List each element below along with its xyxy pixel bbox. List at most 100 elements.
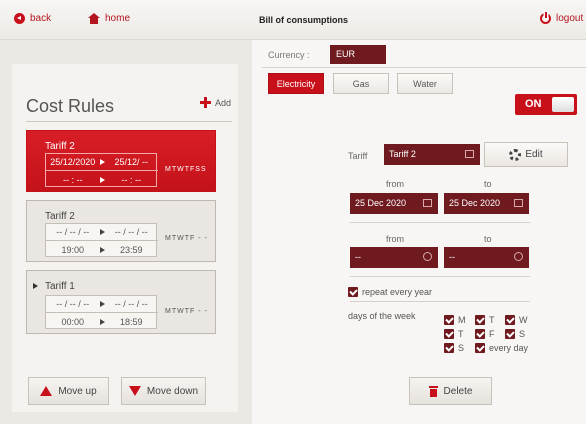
time-to-value: -- — [449, 252, 455, 262]
divider — [262, 67, 586, 68]
time-to-field[interactable]: -- — [444, 247, 529, 268]
time-from-value: -- — [355, 252, 361, 262]
tariff-schedule: -- / -- / -- -- / -- / -- 19:00 23:59 — [45, 223, 158, 258]
date-range: -- / -- / -- -- / -- / -- — [46, 296, 158, 313]
date-from: -- / -- / -- — [56, 299, 90, 309]
home-icon — [88, 13, 100, 24]
every-day-checkbox[interactable] — [475, 343, 485, 353]
time-from-field[interactable]: -- — [350, 247, 438, 268]
date-to-field[interactable]: 25 Dec 2020 — [444, 193, 529, 214]
list-icon — [465, 150, 474, 158]
day-checkbox-thursday[interactable] — [444, 329, 454, 339]
calendar-icon — [514, 199, 523, 207]
day-checkbox-friday[interactable] — [475, 329, 485, 339]
tariff-days: MTWTF - - — [165, 308, 208, 315]
day-label: S — [519, 329, 526, 339]
logout-link[interactable]: logout — [540, 12, 583, 24]
add-button[interactable]: Add — [200, 97, 231, 108]
currency-select[interactable]: EUR — [330, 45, 386, 64]
divider — [350, 222, 530, 223]
tariff-name: Tariff 2 — [45, 211, 75, 222]
days-label: days of the week — [348, 311, 416, 321]
divider — [26, 121, 232, 122]
arrow-up-icon — [40, 386, 53, 396]
time-to: -- : -- — [121, 174, 142, 185]
date-from-field[interactable]: 25 Dec 2020 — [350, 193, 438, 214]
clock-icon — [514, 252, 523, 261]
currency-label: Currency : — [268, 50, 310, 60]
day-checkbox-monday[interactable] — [444, 315, 454, 325]
date-to-value: 25 Dec 2020 — [449, 198, 501, 208]
home-link[interactable]: home — [88, 13, 130, 24]
time-from-label: from — [386, 234, 404, 244]
time-range: 00:00 18:59 — [46, 313, 158, 330]
toggle-knob — [552, 97, 574, 112]
edit-label: Edit — [525, 149, 543, 160]
time-to-label: to — [484, 234, 492, 244]
move-down-label: Move down — [146, 385, 199, 397]
tariff-days: MTWTFSS — [165, 166, 207, 173]
date-range: -- / -- / -- -- / -- / -- — [46, 224, 158, 241]
move-down-button[interactable]: Move down — [121, 377, 206, 405]
back-label: back — [30, 13, 52, 24]
divider — [350, 301, 530, 302]
time-to: 23:59 — [119, 244, 143, 255]
delete-button[interactable]: Delete — [409, 377, 492, 405]
arrow-down-icon — [128, 386, 141, 396]
add-label: Add — [215, 97, 232, 108]
tariff-days: MTWTF - - — [165, 235, 208, 242]
time-to: 18:59 — [119, 316, 143, 327]
edit-button[interactable]: Edit — [484, 142, 568, 167]
day-label: F — [489, 329, 495, 339]
plus-icon — [200, 97, 211, 108]
tariff-card[interactable]: Tariff 2 25/12/2020 25/12/ -- -- : -- --… — [26, 130, 216, 192]
tariff-select-value: Tariff 2 — [389, 149, 416, 159]
power-icon — [540, 12, 551, 24]
date-from: -- / -- / -- — [56, 227, 90, 237]
tariff-schedule: -- / -- / -- -- / -- / -- 00:00 18:59 — [45, 295, 158, 330]
date-from: 25/12/2020 — [50, 157, 96, 167]
gears-icon — [509, 148, 522, 161]
day-label: S — [458, 343, 465, 353]
repeat-checkbox[interactable] — [348, 287, 358, 297]
calendar-icon — [423, 199, 432, 207]
day-checkbox-wednesday[interactable] — [505, 315, 515, 325]
move-up-label: Move up — [58, 385, 97, 397]
day-checkbox-saturday[interactable] — [505, 329, 515, 339]
day-label: M — [458, 315, 466, 325]
date-to: -- / -- / -- — [114, 227, 148, 237]
tariff-label: Tariff — [348, 151, 368, 161]
tab-electricity[interactable]: Electricity — [268, 73, 324, 94]
back-link[interactable]: back — [14, 13, 51, 24]
day-checkbox-sunday[interactable] — [444, 343, 454, 353]
date-to: 25/12/ -- — [114, 157, 149, 167]
date-range: 25/12/2020 25/12/ -- — [46, 154, 158, 171]
on-off-toggle[interactable]: ON — [515, 94, 577, 115]
tab-water[interactable]: Water — [397, 73, 453, 94]
repeat-label: repeat every year — [362, 287, 433, 297]
back-arrow-icon — [14, 13, 25, 24]
divider — [350, 276, 530, 277]
day-label: W — [519, 315, 528, 325]
home-label: home — [105, 13, 131, 24]
tab-gas[interactable]: Gas — [333, 73, 389, 94]
cost-rules-title: Cost Rules — [26, 96, 115, 116]
tariff-name: Tariff 2 — [45, 141, 75, 152]
clock-icon — [423, 252, 432, 261]
day-checkbox-tuesday[interactable] — [475, 315, 485, 325]
toggle-label: ON — [525, 98, 542, 110]
move-up-button[interactable]: Move up — [28, 377, 109, 405]
selected-indicator-icon — [33, 283, 38, 289]
tariff-card[interactable]: Tariff 1 -- / -- / -- -- / -- / -- 00:00… — [26, 270, 216, 334]
tariff-select[interactable]: Tariff 2 — [384, 144, 480, 165]
trash-icon — [428, 385, 438, 397]
time-range: 19:00 23:59 — [46, 241, 158, 258]
time-range: -- : -- -- : -- — [46, 171, 158, 188]
day-label: T — [489, 315, 495, 325]
tariff-card[interactable]: Tariff 2 -- / -- / -- -- / -- / -- 19:00… — [26, 200, 216, 262]
date-to: -- / -- / -- — [114, 299, 148, 309]
date-to-label: to — [484, 179, 492, 189]
delete-label: Delete — [443, 385, 473, 397]
every-day-label: every day — [489, 343, 529, 353]
time-from: -- : -- — [63, 174, 83, 185]
